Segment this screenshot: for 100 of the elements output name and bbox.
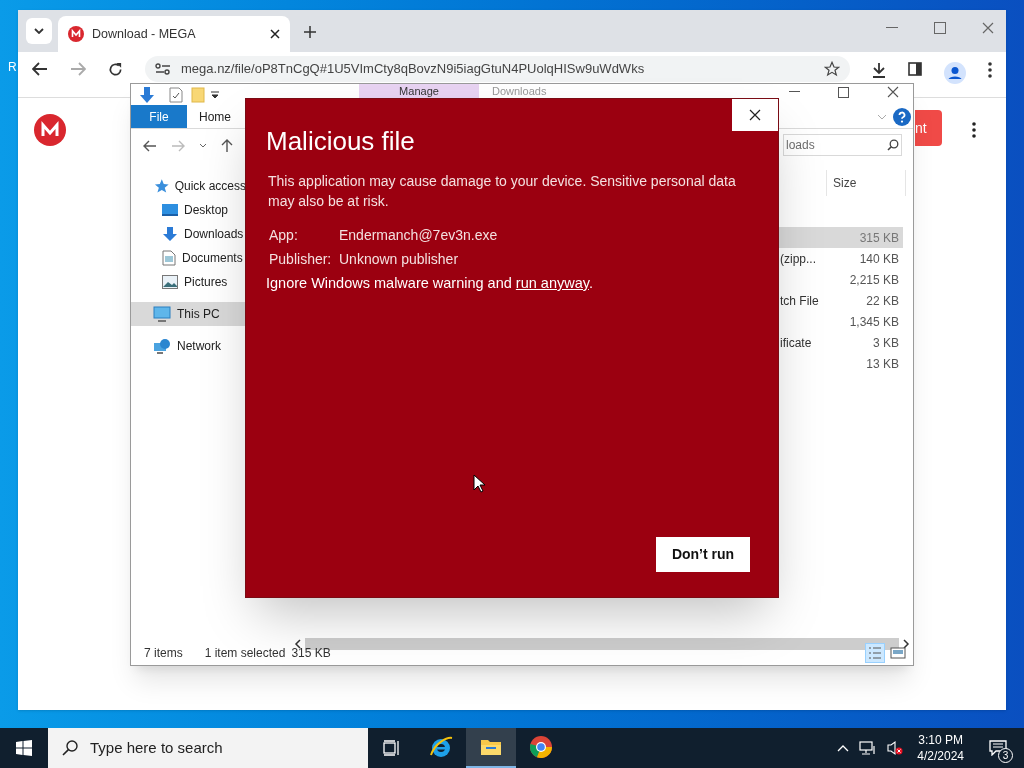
- file-row[interactable]: tch File 22 KB: [776, 290, 903, 311]
- close-icon: [749, 109, 761, 121]
- window-title: Downloads: [492, 84, 547, 98]
- nav-item[interactable]: Network: [131, 334, 246, 358]
- detail-value: Endermanch@7ev3n.exe: [339, 226, 498, 245]
- help-icon[interactable]: [893, 108, 911, 126]
- customize-icon[interactable]: [211, 90, 219, 99]
- chevron-icon: [34, 28, 44, 34]
- desktop-icon: [162, 203, 178, 217]
- side-panel-icon[interactable]: [908, 62, 922, 76]
- manage-tab[interactable]: Manage: [359, 84, 479, 98]
- file-row[interactable]: 13 KB: [776, 353, 903, 374]
- url-text: mega.nz/file/oP8TnCgQ#1U5VImCty8qBovzN9i5iagGtuN4PUolqHISw9uWdWks: [181, 60, 646, 79]
- folder-icon: [480, 738, 502, 756]
- nav-item[interactable]: Pictures: [131, 270, 246, 294]
- warning-sentence: Ignore Windows malware warning and run anyway.: [266, 274, 594, 293]
- close-icon[interactable]: [887, 86, 899, 98]
- reload-icon[interactable]: [108, 62, 123, 77]
- windows-logo-icon: [16, 740, 32, 756]
- network-icon: [153, 338, 171, 354]
- new-tab-icon[interactable]: [304, 26, 316, 38]
- maximize-icon[interactable]: [934, 22, 946, 34]
- up-icon[interactable]: [221, 138, 233, 153]
- detail-value: Unknown publisher: [339, 250, 459, 269]
- taskbar-app[interactable]: [466, 728, 516, 768]
- nav-item[interactable]: Documents: [131, 246, 246, 270]
- detail-label: App:: [269, 226, 299, 245]
- clock[interactable]: 3:10 PM 4/2/2024: [913, 732, 968, 764]
- detail-label: Publisher:: [269, 250, 333, 269]
- maximize-icon[interactable]: [838, 86, 849, 98]
- download-arrow-icon[interactable]: [139, 85, 155, 104]
- selection-status: 1 item selected: [204, 645, 286, 662]
- download-icon[interactable]: [872, 62, 886, 78]
- file-type: ificate: [779, 334, 812, 352]
- profile-icon[interactable]: [944, 62, 966, 84]
- properties-icon[interactable]: [169, 86, 183, 103]
- file-size: 13 KB: [866, 355, 899, 373]
- mega-logo-icon[interactable]: [34, 114, 66, 146]
- file-type: (zipp...: [779, 250, 816, 268]
- network-icon[interactable]: [859, 740, 878, 756]
- back-icon[interactable]: [143, 139, 157, 152]
- tab-title: Download - MEGA: [92, 25, 197, 43]
- file-size: 140 KB: [859, 250, 899, 268]
- chrome-logo-icon: [529, 735, 553, 759]
- bookmark-star-icon[interactable]: [824, 61, 840, 77]
- nav-item[interactable]: Downloads: [131, 222, 246, 246]
- clock-time: 3:10 PM: [918, 732, 963, 748]
- item-count: 7 items: [144, 645, 183, 662]
- clock-date: 4/2/2024: [917, 748, 964, 764]
- tab-search-button[interactable]: [26, 18, 52, 44]
- search-placeholder: loads: [786, 137, 815, 154]
- file-size: 3 KB: [873, 334, 899, 352]
- e-globe-icon: [429, 735, 453, 759]
- document-icon: [162, 250, 176, 266]
- chevron-icon[interactable]: [837, 744, 850, 752]
- computer-icon: [153, 306, 171, 322]
- notification-count: 3: [998, 748, 1013, 763]
- nav-item[interactable]: This PC: [131, 302, 246, 326]
- file-size: 2,215 KB: [849, 271, 899, 289]
- dont-run-button[interactable]: Don’t run: [656, 537, 750, 572]
- column-header[interactable]: Size: [833, 174, 857, 192]
- download-arrow-icon: [162, 226, 178, 242]
- search-field[interactable]: loads: [783, 134, 902, 156]
- run-anyway-link[interactable]: run anyway: [515, 275, 589, 291]
- address-bar[interactable]: mega.nz/file/oP8TnCgQ#1U5VImCty8qBovzN9i5iagGtuN4PUolqHISw9uWdWks: [145, 56, 850, 82]
- recent-locations-icon[interactable]: [199, 143, 207, 148]
- file-row[interactable]: 2,215 KB: [776, 269, 903, 290]
- star-icon: [153, 178, 169, 194]
- nav-item[interactable]: Quick access: [131, 174, 246, 198]
- search-placeholder: Type here to search: [90, 737, 223, 758]
- warning-message: This application may cause damage to your device. Sensitive personal data may also be at risk.: [267, 172, 737, 211]
- file-type: tch File: [779, 292, 819, 310]
- mouse-cursor-icon: [473, 474, 485, 493]
- action-button[interactable]: nt: [915, 110, 942, 146]
- minimize-icon[interactable]: [886, 27, 898, 29]
- nav-item[interactable]: Desktop: [131, 198, 246, 222]
- file-size: 1,345 KB: [849, 313, 899, 331]
- file-row[interactable]: ificate 3 KB: [776, 332, 903, 353]
- close-icon[interactable]: [270, 29, 280, 39]
- taskbar-search-field[interactable]: Type here to search: [48, 728, 368, 768]
- back-icon[interactable]: [32, 62, 48, 76]
- mega-logo-icon: [68, 26, 84, 42]
- search-icon: [887, 139, 899, 151]
- dialog-title: Malicious file: [266, 125, 416, 157]
- search-icon: [62, 740, 78, 756]
- ribbon-tab[interactable]: Home: [187, 105, 243, 128]
- ribbon-tab[interactable]: File: [131, 105, 187, 128]
- site-info-icon[interactable]: [155, 63, 171, 75]
- selection-size: 315 KB: [291, 645, 331, 662]
- file-size: 22 KB: [866, 292, 899, 310]
- notification-button[interactable]: 3: [978, 728, 1018, 768]
- menu-icon[interactable]: [988, 62, 992, 78]
- file-row[interactable]: 1,345 KB: [776, 311, 903, 332]
- minimize-icon[interactable]: [789, 91, 800, 93]
- more-icon[interactable]: [972, 122, 976, 138]
- muted-speaker-icon[interactable]: [887, 740, 904, 756]
- task-view-icon: [383, 740, 401, 756]
- file-size: 315 KB: [859, 229, 899, 247]
- file-row[interactable]: (zipp... 140 KB: [776, 248, 903, 269]
- browser-tab[interactable]: Download - MEGA: [58, 16, 290, 52]
